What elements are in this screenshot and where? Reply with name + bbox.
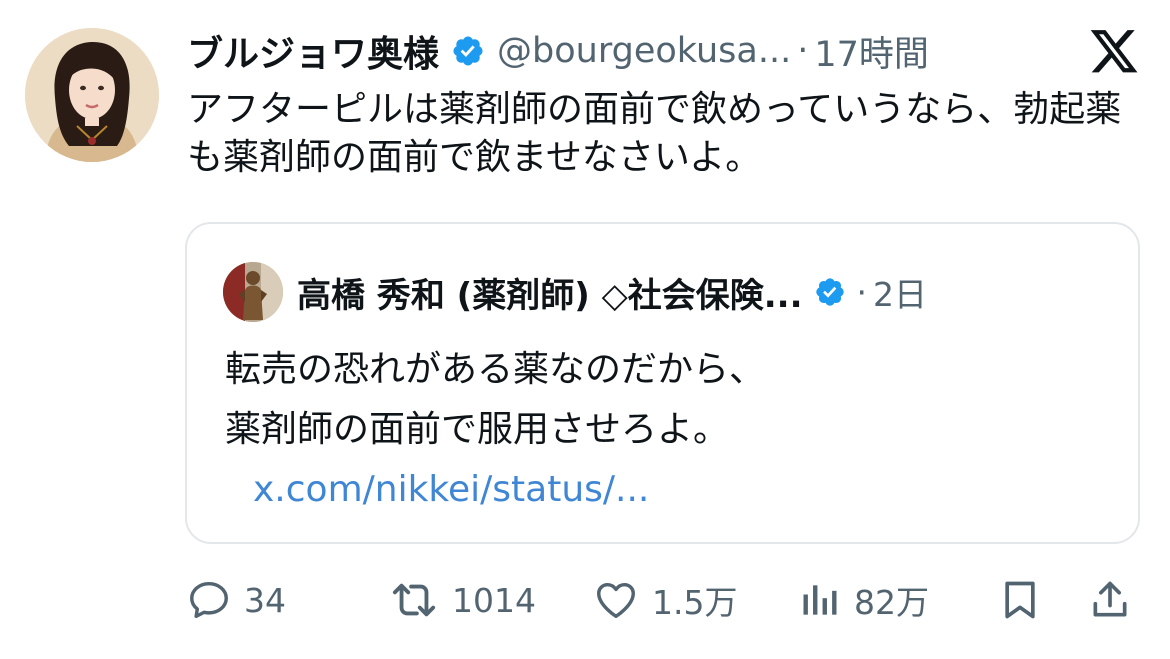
retweet-icon — [392, 583, 436, 617]
tweet-text: アフターピルは薬剤師の面前で飲めっていうなら、勃起薬も薬剤師の面前で飲ませなさい… — [187, 89, 1122, 178]
meta-separator: · — [797, 31, 809, 71]
quoted-author-display-name[interactable]: 高橋 秀和 (薬剤師) ◇社会保険... — [297, 268, 802, 317]
share-button[interactable] — [1088, 574, 1132, 626]
quoted-author-avatar[interactable] — [223, 262, 283, 322]
quoted-tweet-link[interactable]: x.com/nikkei/status/... — [253, 469, 649, 510]
views-button[interactable]: 82万 — [798, 574, 929, 626]
bookmark-button[interactable] — [998, 574, 1042, 626]
quoted-tweet-card[interactable]: 高橋 秀和 (薬剤師) ◇社会保険... · 2日 転売の恐れがある薬なのだから… — [185, 222, 1140, 544]
author-avatar[interactable] — [25, 28, 159, 162]
retweet-button[interactable]: 1014 — [388, 574, 536, 626]
share-icon — [1093, 581, 1127, 617]
quoted-tweet-header: 高橋 秀和 (薬剤師) ◇社会保険... · 2日 — [297, 264, 927, 320]
reply-icon — [190, 581, 228, 619]
retweet-count: 1014 — [452, 580, 536, 620]
views-chart-icon — [803, 585, 837, 615]
bookmark-icon — [1005, 581, 1035, 619]
quoted-meta-separator: · — [856, 272, 867, 312]
quoted-text-line-2: 薬剤師の面前で服用させろよ。 x.com/nikkei/status/... — [225, 400, 1105, 520]
views-count: 82万 — [854, 583, 929, 622]
author-handle[interactable]: @bourgeokusa... — [497, 31, 791, 71]
author-display-name[interactable]: ブルジョワ奥様 — [187, 25, 439, 77]
quoted-tweet-text: 転売の恐れがある薬なのだから、 薬剤師の面前で服用させろよ。 x.com/nikk… — [225, 340, 1105, 520]
reply-button[interactable]: 34 — [186, 574, 286, 626]
like-button[interactable]: 1.5万 — [592, 574, 737, 626]
tweet-action-bar: 34 1014 1.5万 82万 — [186, 574, 1146, 626]
reply-count: 34 — [244, 580, 286, 620]
tweet-timestamp[interactable]: 17時間 — [814, 26, 929, 77]
verified-badge-icon[interactable] — [451, 34, 485, 68]
x-logo-icon[interactable] — [1088, 30, 1140, 78]
like-count: 1.5万 — [652, 583, 738, 622]
quoted-text-line-1: 転売の恐れがある薬なのだから、 — [225, 349, 766, 390]
quoted-verified-badge-icon[interactable] — [814, 276, 846, 308]
quoted-text-line-2-text: 薬剤師の面前で服用させろよ。 — [225, 409, 730, 450]
heart-icon — [597, 582, 635, 619]
woman-portrait-avatar-icon — [25, 28, 159, 162]
tweet-header: ブルジョワ奥様 @bourgeokusa... · 17時間 — [187, 24, 929, 78]
quoted-tweet-timestamp[interactable]: 2日 — [873, 268, 927, 316]
statue-avatar-icon — [223, 262, 283, 322]
